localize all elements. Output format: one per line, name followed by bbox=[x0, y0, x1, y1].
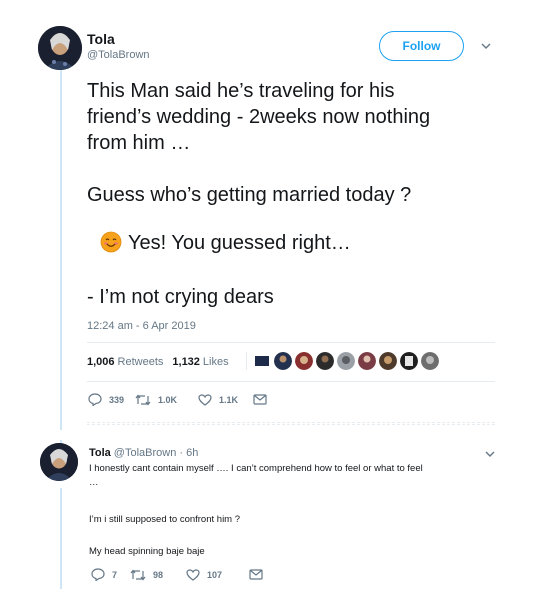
divider bbox=[87, 342, 495, 343]
author-handle[interactable]: @TolaBrown bbox=[87, 49, 150, 61]
section-separator bbox=[87, 422, 495, 425]
reply-header: Tola @TolaBrown · 6h bbox=[89, 447, 198, 459]
divider bbox=[87, 381, 495, 382]
retweet-button[interactable]: 98 bbox=[130, 569, 186, 581]
likes-count: 1,132 bbox=[172, 356, 200, 368]
retweet-icon bbox=[135, 394, 151, 405]
envelope-icon bbox=[253, 394, 267, 405]
reply-count: 339 bbox=[109, 394, 125, 405]
tweet-text-line: - I’m not crying dears bbox=[87, 286, 274, 308]
smiling-face-emoji bbox=[100, 231, 122, 253]
like-button[interactable]: 1.1K bbox=[198, 393, 253, 406]
chevron-down-icon[interactable] bbox=[485, 449, 495, 461]
tweet-text-line: This Man said he’s traveling for his bbox=[87, 80, 395, 102]
reply-actions: 7 98 107 bbox=[91, 568, 270, 581]
thread-connector bbox=[60, 488, 62, 589]
liker-avatar[interactable] bbox=[316, 352, 334, 370]
reply-author-avatar[interactable] bbox=[40, 443, 78, 481]
thread-connector bbox=[60, 70, 62, 430]
reply-count: 7 bbox=[112, 569, 118, 580]
liker-avatar[interactable] bbox=[421, 352, 439, 370]
reply-text-line: I honestly cant contain myself …. I can’… bbox=[89, 463, 423, 474]
engagement-stats: 1,006 Retweets 1,132 Likes bbox=[87, 356, 229, 368]
liker-avatar[interactable] bbox=[295, 352, 313, 370]
retweets-stat[interactable]: 1,006 Retweets bbox=[87, 356, 163, 368]
tweet-text-line: Yes! You guessed right… bbox=[100, 230, 351, 256]
liker-avatar[interactable] bbox=[379, 352, 397, 370]
liker-avatar[interactable] bbox=[337, 352, 355, 370]
liker-avatar[interactable] bbox=[253, 352, 271, 370]
retweets-count: 1,006 bbox=[87, 356, 115, 368]
direct-message-button[interactable] bbox=[253, 394, 274, 405]
reply-text-line: My head spinning baje baje bbox=[89, 546, 205, 557]
heart-icon bbox=[198, 393, 212, 406]
like-count: 107 bbox=[207, 569, 223, 580]
reply-author-name[interactable]: Tola bbox=[89, 447, 111, 459]
reply-icon bbox=[88, 393, 102, 406]
author-avatar[interactable] bbox=[38, 26, 82, 70]
direct-message-button[interactable] bbox=[249, 569, 270, 580]
reply-text-line: … bbox=[89, 477, 99, 488]
likes-label: Likes bbox=[202, 356, 229, 368]
reply-meta[interactable]: @TolaBrown · 6h bbox=[114, 447, 199, 459]
like-count: 1.1K bbox=[219, 394, 239, 405]
liker-avatar[interactable] bbox=[400, 352, 418, 370]
retweets-label: Retweets bbox=[117, 356, 164, 368]
author-name[interactable]: Tola bbox=[87, 31, 115, 47]
tweet-timestamp[interactable]: 12:24 am - 6 Apr 2019 bbox=[87, 320, 196, 332]
liker-avatar[interactable] bbox=[358, 352, 376, 370]
tweet-actions: 339 1.0K 1.1K bbox=[88, 393, 274, 406]
retweet-count: 98 bbox=[153, 569, 164, 580]
tweet-text-emoji-line: Yes! You guessed right… bbox=[128, 232, 351, 254]
heart-icon bbox=[186, 568, 200, 581]
like-button[interactable]: 107 bbox=[186, 568, 249, 581]
chevron-down-icon[interactable] bbox=[481, 41, 491, 53]
reply-icon bbox=[91, 568, 105, 581]
tweet-text-line: friend’s wedding - 2weeks now nothing bbox=[87, 106, 431, 128]
follow-button[interactable]: Follow bbox=[379, 31, 464, 61]
tweet-text-line: from him … bbox=[87, 132, 191, 154]
retweet-button[interactable]: 1.0K bbox=[135, 394, 198, 406]
likes-stat[interactable]: 1,132 Likes bbox=[172, 356, 228, 368]
retweet-count: 1.0K bbox=[158, 394, 178, 405]
liker-avatars bbox=[246, 352, 442, 370]
retweet-icon bbox=[130, 569, 146, 580]
liker-avatar[interactable] bbox=[274, 352, 292, 370]
reply-button[interactable]: 7 bbox=[91, 568, 130, 581]
reply-text-line: I’m i still supposed to confront him ? bbox=[89, 514, 241, 525]
reply-button[interactable]: 339 bbox=[88, 393, 135, 406]
tweet-text-line: Guess who’s getting married today ? bbox=[87, 184, 412, 206]
envelope-icon bbox=[249, 569, 263, 580]
